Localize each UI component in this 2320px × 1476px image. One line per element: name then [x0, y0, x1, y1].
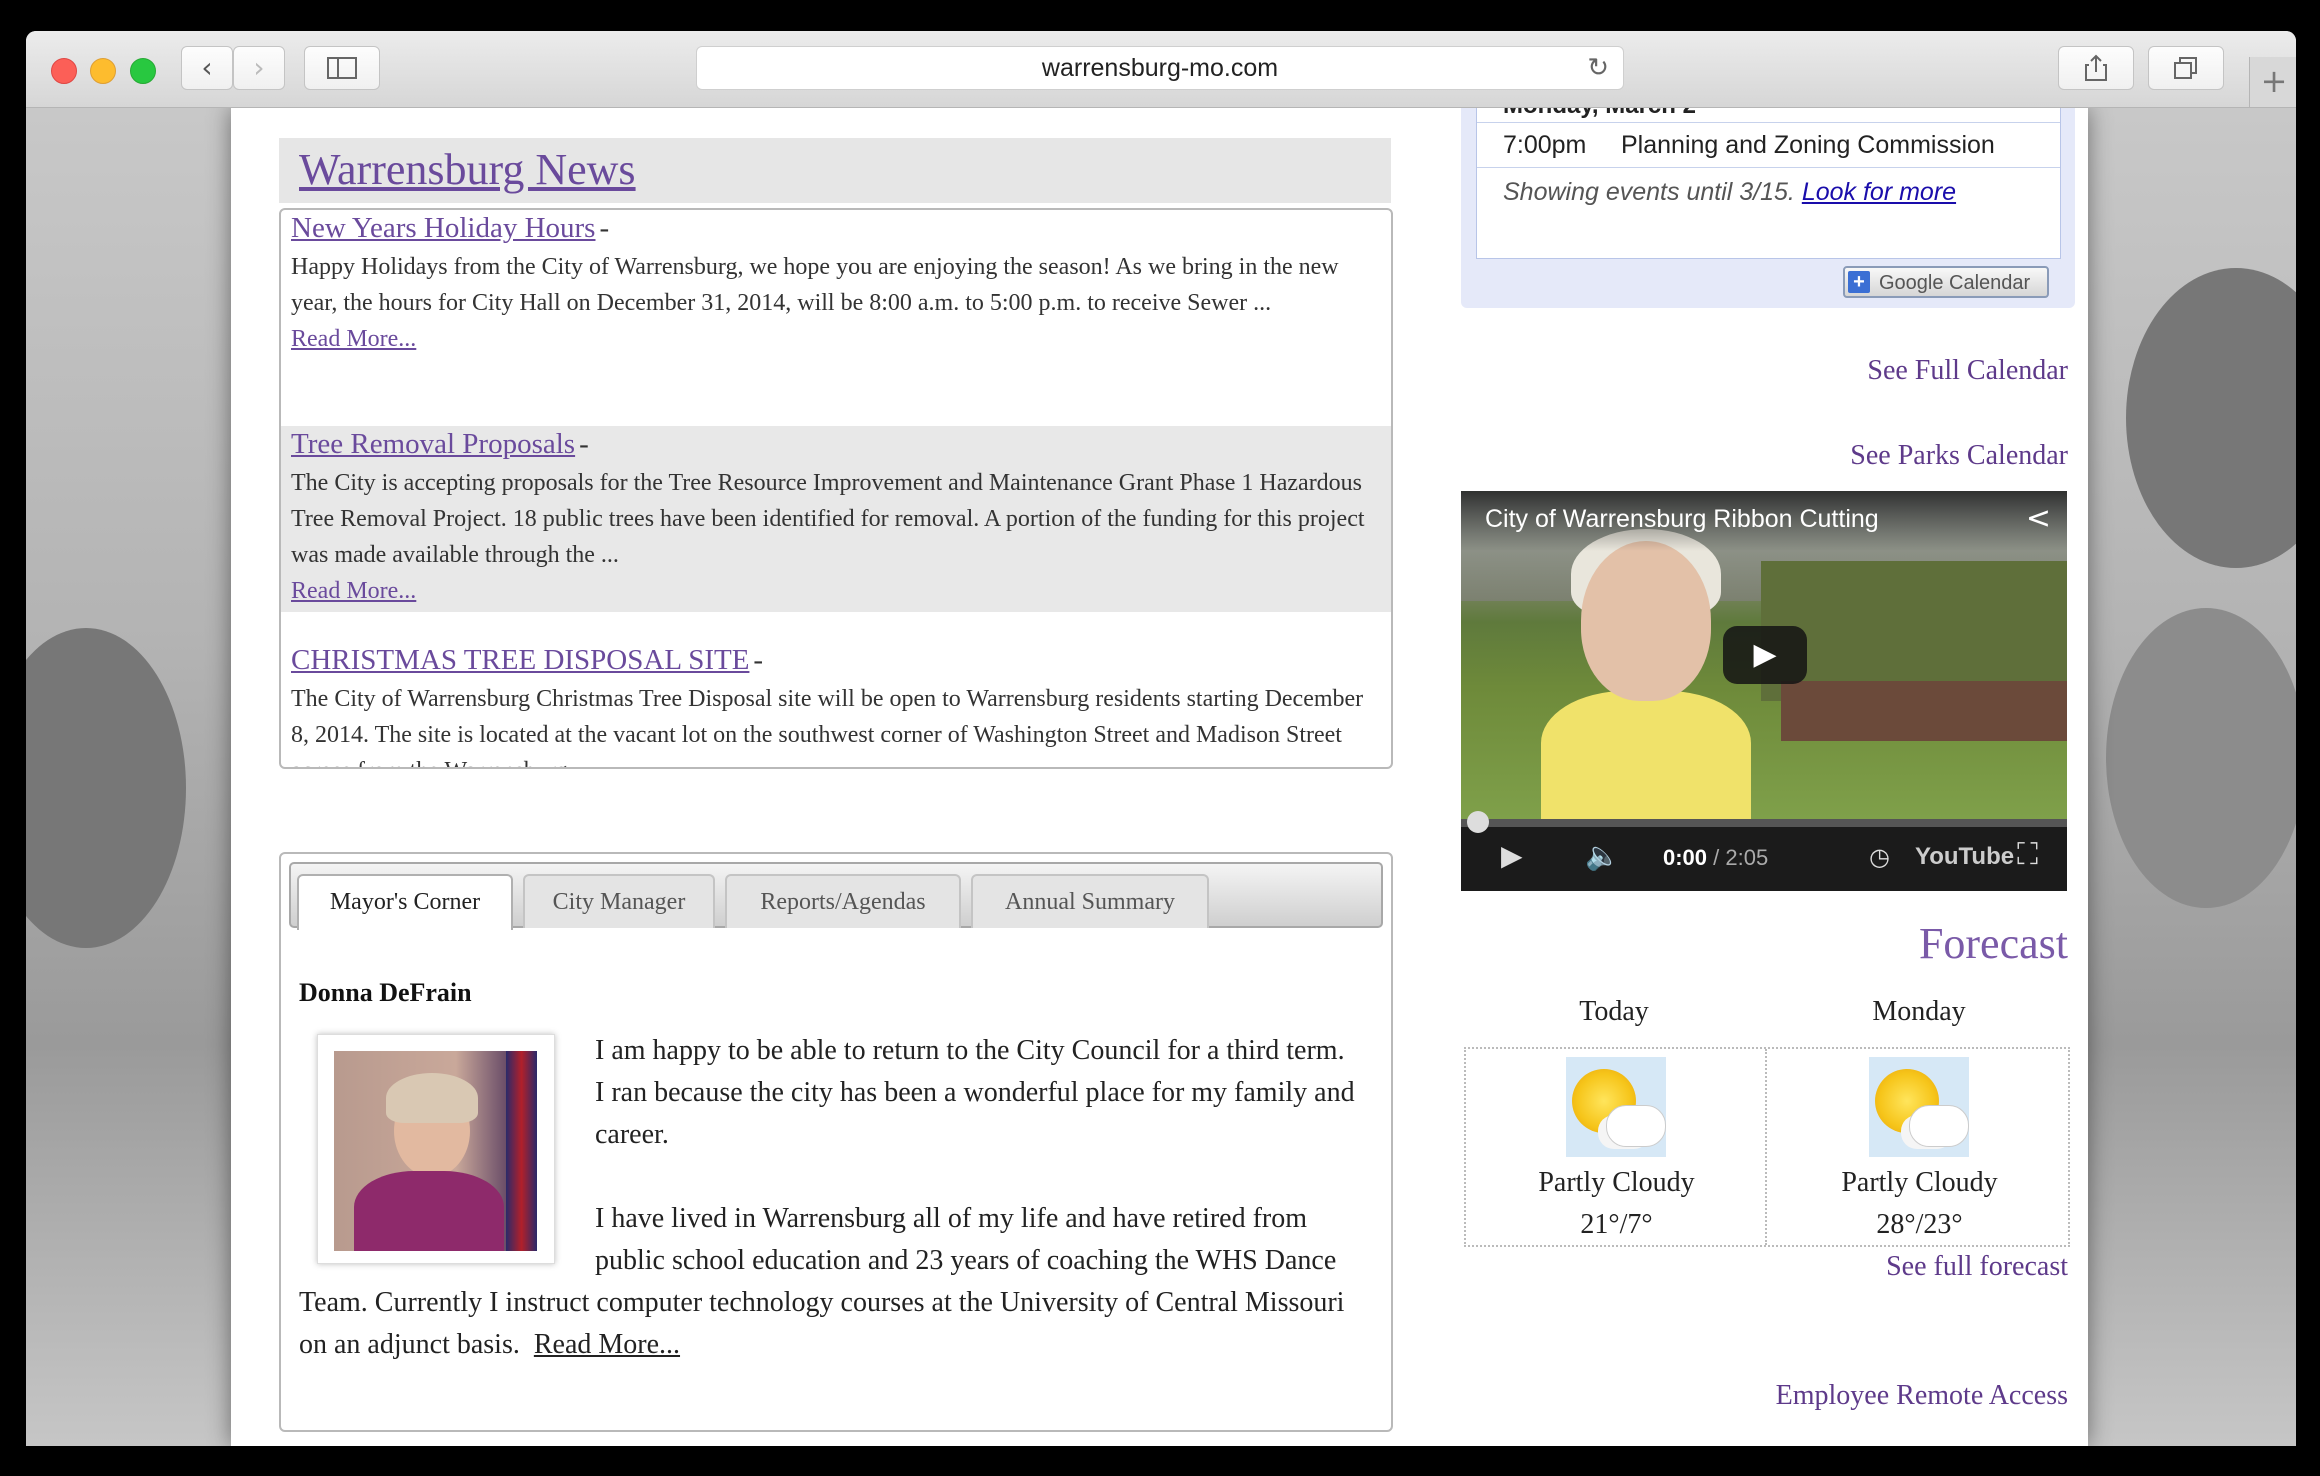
video-controls: ▶ 🔈 0:00 / 2:05 ◷ YouTube ⛶	[1461, 811, 2067, 891]
tab-city-manager[interactable]: City Manager	[523, 874, 715, 928]
showing-events-text: Showing events until 3/15.	[1503, 178, 1795, 206]
plus-icon: +	[1848, 271, 1870, 293]
video-time: 0:00 / 2:05	[1663, 845, 1768, 871]
plus-icon: +	[2260, 62, 2288, 100]
calendar-day-label: Monday, March 2	[1503, 108, 1696, 120]
city-tabs-panel: Mayor's Corner City Manager Reports/Agen…	[279, 852, 1393, 1432]
fullscreen-icon[interactable]: ⛶	[2017, 837, 2038, 872]
video-bushes	[1761, 561, 2067, 701]
news-item-title-link[interactable]: New Years Holiday Hours	[291, 212, 595, 244]
sidebar-toggle-button[interactable]	[304, 46, 380, 90]
back-button[interactable]: ‹	[181, 46, 233, 90]
google-calendar-label: Google Calendar	[1879, 272, 2031, 294]
calendar-events: Monday, March 2 7:00pm Planning and Zoni…	[1476, 108, 2061, 259]
news-item: Tree Removal Proposals - The City is acc…	[281, 426, 1391, 612]
forecast-condition: Partly Cloudy	[1841, 1167, 1998, 1198]
forward-button[interactable]: ›	[233, 46, 285, 90]
calendar-showing-text: Showing events until 3/15. Look for more	[1503, 178, 1956, 207]
minimize-window-button[interactable]	[90, 58, 116, 84]
close-window-button[interactable]	[51, 58, 77, 84]
youtube-logo[interactable]: YouTube	[1915, 843, 2014, 871]
news-item-body: The City is accepting proposals for the …	[291, 470, 1365, 568]
share-icon[interactable]: <	[2026, 501, 2051, 536]
news-item-title-link[interactable]: Tree Removal Proposals	[291, 428, 575, 460]
video-scrubber[interactable]	[1467, 811, 1489, 833]
calendar-event-row[interactable]: 7:00pm Planning and Zoning Commission	[1477, 122, 2060, 168]
see-parks-calendar-link[interactable]: See Parks Calendar	[1850, 440, 2068, 472]
forecast-cell: Partly Cloudy 28°/23°	[1769, 1049, 2070, 1245]
clock-icon[interactable]: ◷	[1869, 843, 1890, 871]
news-item-body: The City of Warrensburg Christmas Tree D…	[291, 686, 1364, 767]
event-time: 7:00pm	[1503, 131, 1587, 159]
chevron-right-icon: ›	[253, 51, 265, 84]
news-list[interactable]: New Years Holiday Hours - Happy Holidays…	[279, 208, 1393, 769]
volume-icon[interactable]: 🔈	[1585, 839, 1620, 872]
news-heading-link[interactable]: Warrensburg News	[299, 144, 636, 195]
see-full-forecast-link[interactable]: See full forecast	[1886, 1251, 2068, 1283]
browser-window: ‹ › warrensburg-mo.com ↻ + Warrensburg N…	[26, 31, 2296, 1446]
tab-mayors-corner[interactable]: Mayor's Corner	[297, 874, 513, 930]
tabs-icon	[2174, 57, 2197, 79]
news-item-dash: -	[753, 644, 764, 676]
chevron-left-icon: ‹	[201, 51, 213, 84]
news-item-dash: -	[579, 428, 589, 460]
background-tree-right	[2126, 268, 2296, 568]
forecast-temps: 28°/23°	[1876, 1209, 1963, 1240]
partly-cloudy-icon	[1566, 1057, 1666, 1157]
tab-bar: Mayor's Corner City Manager Reports/Agen…	[289, 862, 1383, 930]
forecast-table: Partly Cloudy 21°/7° Partly Cloudy 28°/2…	[1464, 1047, 2070, 1247]
tabs-overview-button[interactable]	[2148, 46, 2224, 90]
forecast-cell: Partly Cloudy 21°/7°	[1466, 1049, 1767, 1245]
sidebar-icon	[327, 57, 357, 79]
forecast-condition: Partly Cloudy	[1538, 1167, 1695, 1198]
page-container: Warrensburg News New Years Holiday Hours…	[231, 108, 2088, 1446]
tab-reports-agendas[interactable]: Reports/Agendas	[725, 874, 961, 928]
play-icon[interactable]: ▶	[1501, 839, 1523, 872]
look-for-more-link[interactable]: Look for more	[1802, 178, 1956, 206]
forecast-day-label: Monday	[1872, 996, 1966, 1027]
video-header: City of Warrensburg Ribbon Cutting <	[1461, 491, 2067, 551]
see-full-calendar-link[interactable]: See Full Calendar	[1867, 355, 2068, 387]
background-tree-left	[26, 628, 186, 948]
share-icon	[2085, 54, 2107, 81]
new-tab-button[interactable]: +	[2249, 57, 2296, 107]
video-mulch	[1781, 681, 2067, 741]
web-content: Warrensburg News New Years Holiday Hours…	[26, 108, 2296, 1446]
video-person	[1541, 529, 1751, 821]
video-current-time: 0:00	[1663, 845, 1708, 870]
tab-annual-summary[interactable]: Annual Summary	[971, 874, 1209, 928]
mayor-name: Donna DeFrain	[299, 978, 472, 1007]
event-title[interactable]: Planning and Zoning Commission	[1621, 123, 1995, 167]
mayor-read-more-link[interactable]: Read More...	[534, 1329, 680, 1360]
news-item-body: Happy Holidays from the City of Warrensb…	[291, 254, 1339, 316]
video-title[interactable]: City of Warrensburg Ribbon Cutting	[1485, 505, 1879, 534]
forecast-heading: Forecast	[1918, 919, 2068, 968]
address-bar[interactable]: warrensburg-mo.com ↻	[696, 46, 1624, 90]
news-item: New Years Holiday Hours - Happy Holidays…	[281, 210, 1391, 426]
news-item-dash: -	[599, 212, 610, 244]
reload-icon[interactable]: ↻	[1587, 47, 1609, 89]
zoom-window-button[interactable]	[130, 58, 156, 84]
browser-toolbar: ‹ › warrensburg-mo.com ↻ +	[26, 31, 2296, 108]
employee-remote-access-link[interactable]: Employee Remote Access	[1776, 1380, 2068, 1412]
video-player[interactable]: City of Warrensburg Ribbon Cutting < ▶ ▶…	[1461, 491, 2067, 891]
url-text: warrensburg-mo.com	[1041, 54, 1279, 82]
news-read-more-link[interactable]: Read More...	[291, 321, 1381, 357]
forecast-day-label: Today	[1579, 996, 1649, 1027]
video-duration: / 2:05	[1713, 845, 1769, 870]
play-icon[interactable]: ▶	[1723, 626, 1807, 684]
news-heading-bar: Warrensburg News	[279, 138, 1391, 203]
partly-cloudy-icon	[1869, 1057, 1969, 1157]
forecast-temps: 21°/7°	[1580, 1209, 1653, 1240]
video-progress-bar[interactable]	[1461, 811, 2067, 833]
mayor-message: I am happy to be able to return to the C…	[299, 1030, 1359, 1366]
video-frame: City of Warrensburg Ribbon Cutting < ▶	[1461, 491, 2067, 821]
share-button[interactable]	[2058, 46, 2134, 90]
news-read-more-link[interactable]: Read More...	[291, 573, 1381, 609]
news-item-title-link[interactable]: CHRISTMAS TREE DISPOSAL SITE	[291, 644, 749, 676]
background-tree-right-2	[2106, 608, 2296, 908]
news-item: CHRISTMAS TREE DISPOSAL SITE - The City …	[281, 644, 1391, 767]
google-calendar-button[interactable]: + Google Calendar	[1843, 266, 2049, 298]
